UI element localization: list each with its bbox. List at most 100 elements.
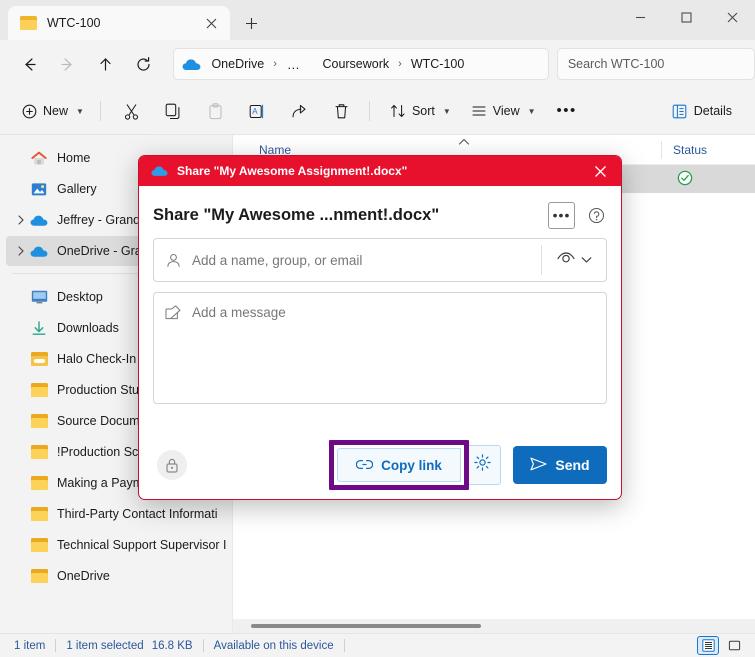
dialog-body: Share "My Awesome ...nment!.docx" ••• Ad… — [139, 186, 621, 499]
maximize-button[interactable] — [663, 0, 709, 34]
copy-link-label: Copy link — [381, 457, 442, 473]
dialog-heading: Share "My Awesome ...nment!.docx" — [153, 205, 440, 224]
view-button[interactable]: View ▼ — [463, 95, 544, 127]
lock-icon[interactable] — [157, 450, 187, 480]
sidebar-label: OneDrive — [57, 569, 110, 583]
sidebar-label: Third-Party Contact Informati — [57, 507, 218, 521]
cloud-icon — [182, 58, 201, 71]
message-input[interactable]: Add a message — [153, 292, 607, 404]
folder-icon — [30, 567, 48, 585]
tiles-view-icon[interactable] — [723, 636, 745, 655]
message-placeholder: Add a message — [192, 305, 286, 320]
sidebar-item-onedrive-folder[interactable]: OneDrive — [6, 561, 226, 591]
selection-count: 1 item selected — [66, 639, 144, 652]
more-options-button[interactable]: ••• — [548, 95, 586, 127]
breadcrumb-separator: › — [273, 58, 277, 70]
view-toggles — [697, 636, 745, 655]
desktop-icon — [30, 288, 48, 306]
folder-icon — [30, 412, 48, 430]
search-placeholder: Search WTC-100 — [567, 57, 665, 71]
file-explorer-window: WTC-100 OneDrive › … Coursework › WTC-10… — [0, 0, 755, 657]
sidebar-item-third-party-contact-information[interactable]: Third-Party Contact Informati — [6, 499, 226, 529]
copy-link-highlight: Copy link — [329, 440, 469, 490]
divider — [99, 101, 101, 121]
divider — [368, 101, 370, 121]
chevron-right-icon[interactable] — [12, 246, 30, 256]
folder-icon — [30, 443, 48, 461]
downloads-icon — [30, 319, 48, 337]
details-pane-button[interactable]: Details — [663, 95, 741, 127]
chevron-down-icon: ▼ — [442, 106, 451, 116]
chevron-down-icon — [581, 251, 592, 269]
permission-selector[interactable] — [542, 251, 606, 269]
sort-button-label: Sort — [411, 104, 435, 118]
window-controls — [617, 0, 755, 40]
command-bar: New ▼ A Sort ▼ View ▼ ••• Details — [0, 88, 755, 135]
breadcrumb-separator — [305, 58, 318, 70]
title-bar: WTC-100 — [0, 0, 755, 40]
breadcrumb[interactable]: OneDrive › … Coursework › WTC-100 — [173, 48, 549, 80]
chevron-right-icon[interactable] — [12, 215, 30, 225]
close-icon[interactable] — [200, 12, 222, 34]
compose-icon — [154, 305, 192, 320]
divider — [55, 639, 57, 652]
folder-icon — [30, 381, 48, 399]
available-on-device-icon — [677, 170, 693, 186]
dialog-title-bar: Share "My Awesome Assignment!.docx" — [139, 156, 621, 186]
send-button[interactable]: Send — [513, 446, 607, 484]
more-options-button[interactable]: ••• — [548, 201, 575, 229]
sort-button[interactable]: Sort ▼ — [382, 95, 459, 127]
breadcrumb-item-coursework[interactable]: Coursework — [318, 57, 393, 71]
column-header-status[interactable]: Status — [673, 143, 707, 157]
scrollbar-thumb[interactable] — [251, 624, 481, 628]
sidebar-label: Production Stuff — [57, 383, 146, 397]
help-circle-icon[interactable] — [585, 204, 607, 226]
tab-wtc-100[interactable]: WTC-100 — [8, 6, 230, 40]
sidebar-label: Technical Support Supervisor I — [57, 538, 227, 552]
send-icon — [530, 457, 547, 474]
onedrive-cloud-icon — [30, 211, 48, 229]
sidebar-label: Home — [57, 151, 91, 165]
dialog-heading-row: Share "My Awesome ...nment!.docx" ••• — [153, 186, 607, 238]
forward-arrow-icon — [52, 48, 84, 80]
breadcrumb-overflow[interactable]: … — [282, 57, 306, 72]
home-icon — [30, 149, 48, 167]
onedrive-cloud-icon — [151, 165, 168, 177]
close-button[interactable] — [709, 0, 755, 34]
delete-button[interactable] — [323, 95, 361, 127]
close-icon[interactable] — [579, 156, 621, 186]
sidebar-label: Downloads — [57, 321, 119, 335]
share-button[interactable] — [281, 95, 319, 127]
horizontal-scrollbar[interactable] — [233, 619, 755, 633]
minimize-button[interactable] — [617, 0, 663, 34]
sidebar-item-technical-support-supervisor[interactable]: Technical Support Supervisor I — [6, 530, 227, 560]
sidebar-label: Desktop — [57, 290, 103, 304]
rename-button[interactable]: A — [239, 95, 277, 127]
cut-button[interactable] — [113, 95, 151, 127]
recipients-input[interactable]: Add a name, group, or email — [153, 238, 607, 282]
sidebar-label: Gallery — [57, 182, 97, 196]
new-button-label: New — [43, 104, 69, 118]
details-view-icon[interactable] — [697, 636, 719, 655]
up-arrow-icon[interactable] — [90, 48, 122, 80]
availability-status: Available on this device — [213, 639, 334, 652]
copy-button[interactable] — [155, 95, 193, 127]
new-tab-button[interactable] — [236, 9, 266, 37]
chevron-up-icon — [458, 138, 470, 148]
svg-text:A: A — [253, 107, 259, 116]
back-arrow-icon[interactable] — [14, 48, 46, 80]
divider — [343, 639, 345, 652]
breadcrumb-item-onedrive[interactable]: OneDrive — [207, 57, 268, 71]
folder-icon — [20, 16, 37, 30]
search-input[interactable]: Search WTC-100 — [556, 48, 755, 80]
folder-icon — [30, 474, 48, 492]
breadcrumb-item-wtc-100[interactable]: WTC-100 — [407, 57, 468, 71]
new-button[interactable]: New ▼ — [14, 95, 92, 127]
copy-link-button[interactable]: Copy link — [337, 448, 461, 482]
column-divider — [661, 141, 662, 159]
navigation-bar: OneDrive › … Coursework › WTC-100 Search… — [0, 40, 755, 88]
folder-icon — [30, 505, 48, 523]
tab-label: WTC-100 — [47, 16, 101, 30]
refresh-icon[interactable] — [128, 48, 160, 80]
dialog-title: Share "My Awesome Assignment!.docx" — [177, 164, 408, 178]
